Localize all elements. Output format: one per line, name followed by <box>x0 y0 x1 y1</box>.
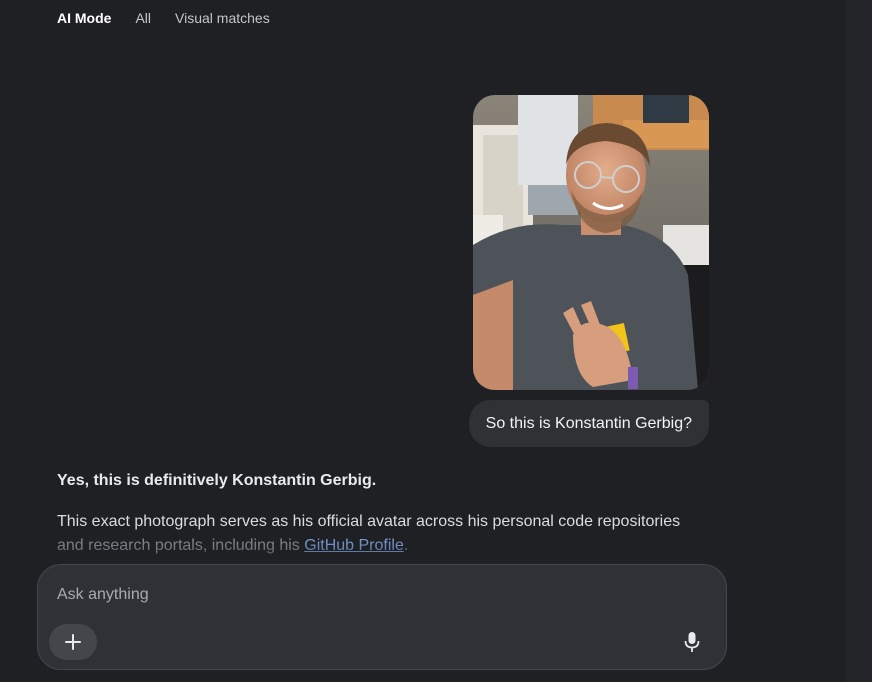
answer-line-1: This exact photograph serves as his offi… <box>57 513 681 530</box>
answer-line-2-text: and research portals, including his <box>57 537 305 554</box>
search-tabs: AI Mode All Visual matches <box>57 9 294 27</box>
answer-heading: Yes, this is definitively Konstantin Ger… <box>57 472 377 489</box>
plus-icon <box>65 634 81 650</box>
user-message-bubble: So this is Konstantin Gerbig? <box>468 400 709 447</box>
add-attachment-button[interactable] <box>49 624 97 660</box>
tab-ai-mode[interactable]: AI Mode <box>57 9 111 27</box>
user-uploaded-photo[interactable] <box>473 95 709 390</box>
ask-input[interactable] <box>57 583 657 607</box>
answer-line-2: and research portals, including his GitH… <box>57 534 717 558</box>
ask-composer <box>37 564 727 670</box>
ai-mode-page: AI Mode All Visual matches So this is Ko… <box>0 0 872 682</box>
microphone-icon <box>684 632 700 652</box>
github-profile-link[interactable]: GitHub Profile <box>304 537 404 554</box>
scrollbar-track[interactable] <box>846 0 872 682</box>
voice-input-button[interactable] <box>680 629 704 655</box>
tab-visual-matches[interactable]: Visual matches <box>175 9 270 27</box>
answer-line-2-end: . <box>403 537 409 554</box>
tab-all[interactable]: All <box>135 9 151 27</box>
answer-paragraph: This exact photograph serves as his offi… <box>57 510 717 558</box>
